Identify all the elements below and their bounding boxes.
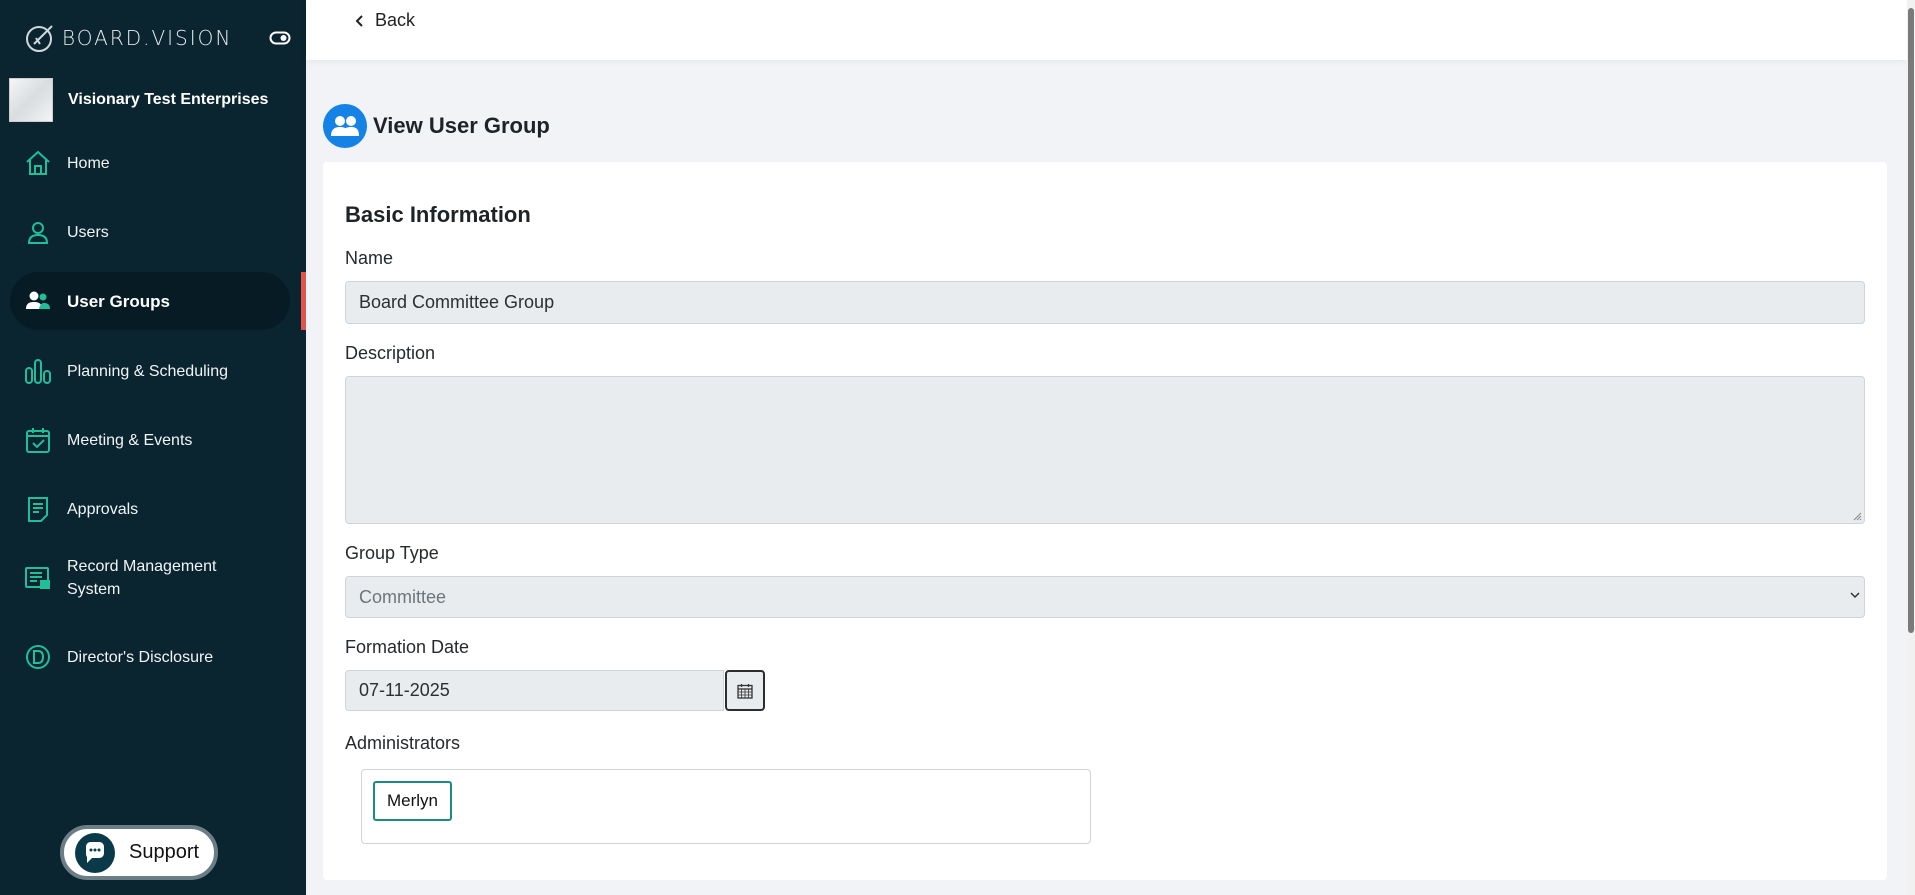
formation-date-field[interactable]: 07-11-2025: [345, 670, 724, 711]
administrators-field[interactable]: Merlyn: [361, 769, 1091, 844]
back-button[interactable]: Back: [354, 10, 415, 31]
page-header: View User Group: [323, 104, 550, 148]
calendar-check-icon: [26, 428, 50, 453]
topbar: Back: [306, 0, 1907, 60]
section-title: Basic Information: [345, 202, 531, 227]
user-icon: [27, 222, 49, 244]
sidebar-item-disclosure[interactable]: Director's Disclosure: [10, 628, 290, 686]
chat-bubble-icon: [75, 832, 115, 873]
sidebar-item-label: Record Management System: [67, 558, 217, 598]
calendar-icon: [737, 683, 753, 699]
name-field[interactable]: Board Committee Group: [345, 281, 1865, 324]
brand-name: BOARD.VISION: [62, 26, 233, 50]
brand[interactable]: BOARD.VISION: [22, 20, 232, 56]
basic-info-card: Basic Information Name Board Committee G…: [323, 162, 1887, 880]
chevron-left-icon: [355, 14, 363, 27]
calendar-button[interactable]: [725, 670, 765, 711]
support-button[interactable]: Support: [60, 825, 218, 880]
sidebar-item-meetings[interactable]: Meeting & Events: [10, 411, 290, 469]
sidebar-item-home[interactable]: Home: [10, 134, 290, 192]
group-type-label: Group Type: [345, 543, 439, 563]
scroll-thumb[interactable]: [1908, 8, 1914, 633]
record-icon: [25, 567, 50, 589]
description-label: Description: [345, 343, 436, 363]
name-label: Name: [345, 248, 394, 268]
sidebar-item-planning[interactable]: Planning & Scheduling: [10, 342, 290, 400]
administrators-label: Administrators: [345, 733, 461, 753]
sidebar-item-label: User Groups: [67, 291, 170, 311]
sidebar-item-users[interactable]: Users: [10, 203, 290, 261]
sidebar-toggle-icon[interactable]: [269, 30, 291, 46]
org-name: Visionary Test Enterprises: [68, 91, 269, 108]
document-icon: [28, 497, 48, 522]
back-label: Back: [375, 10, 416, 30]
d-circle-icon: [26, 645, 50, 669]
sidebar-item-records[interactable]: Record Management System: [10, 549, 290, 607]
sidebar: BOARD.VISION Visionary Test Enterprises …: [0, 0, 306, 895]
page-scrollbar[interactable]: [1907, 0, 1915, 895]
chevron-down-icon: [1850, 592, 1860, 599]
sidebar-item-label: Director's Disclosure: [67, 648, 214, 666]
brand-logo-icon: [26, 25, 53, 52]
resize-handle-icon[interactable]: [1853, 512, 1862, 521]
group-type-value: Committee: [359, 586, 447, 607]
sidebar-item-label: Meeting & Events: [67, 431, 193, 449]
administrator-chip[interactable]: Merlyn: [373, 781, 453, 821]
sidebar-item-user-groups[interactable]: User Groups: [10, 272, 290, 330]
org-avatar: [9, 78, 53, 122]
description-field[interactable]: [345, 376, 1865, 524]
formation-date-label: Formation Date: [345, 637, 470, 657]
bar-chart-icon: [25, 359, 51, 384]
home-icon: [26, 150, 50, 175]
group-type-select[interactable]: Committee: [345, 576, 1865, 618]
sidebar-item-approvals[interactable]: Approvals: [10, 480, 290, 538]
active-indicator: [301, 272, 306, 330]
support-label: Support: [129, 841, 200, 863]
sidebar-item-label: Home: [67, 154, 110, 172]
org-switcher[interactable]: Visionary Test Enterprises: [9, 78, 268, 122]
sidebar-item-label: Users: [67, 223, 109, 241]
user-group-icon: [26, 291, 50, 309]
sidebar-item-label: Planning & Scheduling: [67, 362, 229, 380]
page-title: View User Group: [373, 113, 550, 138]
sidebar-item-label: Approvals: [67, 500, 139, 518]
user-group-icon: [323, 104, 367, 148]
